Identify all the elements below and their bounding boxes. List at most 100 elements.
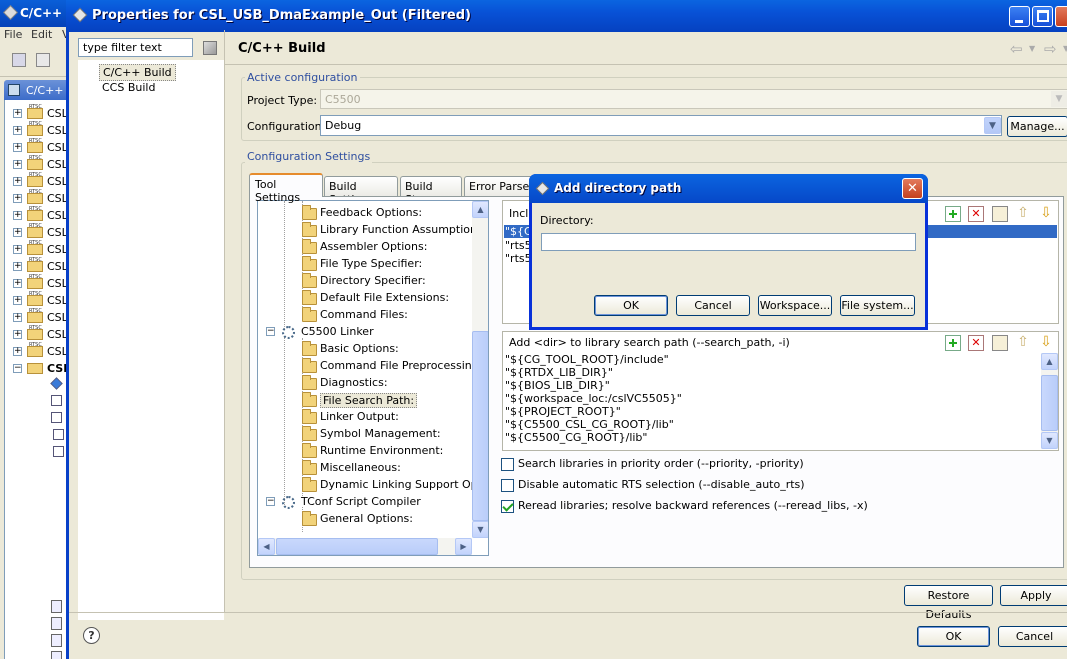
- collapse-icon[interactable]: −: [266, 497, 275, 506]
- expand-icon[interactable]: +: [13, 313, 22, 322]
- delete-icon[interactable]: ✕: [968, 206, 984, 222]
- tab-tool-settings[interactable]: Tool Settings: [249, 173, 323, 204]
- checkbox-disable-auto-rts-box[interactable]: [501, 478, 514, 492]
- tab-build-steps[interactable]: Build Steps: [400, 176, 462, 206]
- directory-input[interactable]: [541, 233, 916, 251]
- tool-tree-scroll-down[interactable]: ▼: [472, 521, 488, 538]
- tool-tree-item[interactable]: Runtime Environment:: [258, 442, 472, 459]
- search-path-vscroll[interactable]: ▲ ▼: [1041, 353, 1058, 449]
- expand-icon[interactable]: +: [13, 296, 22, 305]
- dialog-ok-button[interactable]: OK: [594, 295, 668, 316]
- bg-tree-item[interactable]: + RTSC CSL: [5, 104, 71, 121]
- file-icon[interactable]: [51, 617, 62, 630]
- search-path-item[interactable]: "${PROJECT_ROOT}": [505, 405, 621, 418]
- cancel-button[interactable]: Cancel: [998, 626, 1067, 647]
- tool-tree-item[interactable]: File Search Path:: [258, 391, 472, 408]
- search-path-item[interactable]: "${workspace_loc:/cslVC5505}": [505, 392, 682, 405]
- tool-tree-item[interactable]: Library Function Assumptions:: [258, 221, 472, 238]
- tool-tree-item[interactable]: Command Files:: [258, 306, 472, 323]
- tool-tree-scroll-left[interactable]: ◀: [258, 538, 275, 555]
- tool-tree-item[interactable]: Linker Output:: [258, 408, 472, 425]
- tool-tree-item[interactable]: Feedback Options:: [258, 204, 472, 221]
- bg-tree-item[interactable]: + RTSC CSL: [5, 240, 71, 257]
- tool-tree-item[interactable]: Diagnostics:: [258, 374, 472, 391]
- collapse-icon[interactable]: −: [266, 327, 275, 336]
- back-arrow-icon[interactable]: ⇦: [1010, 40, 1023, 58]
- search-path-item[interactable]: "${C5500_CSL_CG_ROOT}/lib": [505, 418, 674, 431]
- filter-input[interactable]: type filter text: [78, 38, 193, 57]
- bg-tree-item-selected[interactable]: − CSL: [5, 360, 71, 376]
- checkbox-priority[interactable]: Search libraries in priority order (--pr…: [501, 457, 804, 471]
- checkbox-reread-libs[interactable]: Reread libraries; resolve backward refer…: [501, 499, 868, 513]
- bg-tree-item[interactable]: + RTSC CSL: [5, 325, 71, 342]
- configuration-dropdown-icon[interactable]: ▼: [984, 117, 1001, 134]
- file-icon[interactable]: [51, 634, 62, 647]
- checkbox-reread-libs-box[interactable]: [501, 499, 514, 513]
- expand-icon[interactable]: +: [13, 177, 22, 186]
- bg-tree-item[interactable]: + RTSC CSL: [5, 342, 71, 359]
- tool-tree-item[interactable]: − C5500 Linker: [258, 323, 472, 340]
- search-path-item[interactable]: "${RTDX_LIB_DIR}": [505, 366, 613, 379]
- tool-tree-item[interactable]: Miscellaneous:: [258, 459, 472, 476]
- help-icon[interactable]: ?: [83, 627, 100, 644]
- diamond-icon[interactable]: [50, 377, 63, 390]
- bg-tree-item[interactable]: + RTSC CSL: [5, 189, 71, 206]
- tool-tree-item[interactable]: Default File Extensions:: [258, 289, 472, 306]
- back-dropdown-icon[interactable]: ▼: [1029, 44, 1035, 53]
- bg-menu-edit[interactable]: Edit: [31, 28, 52, 41]
- tool-tree-item[interactable]: Symbol Management:: [258, 425, 472, 442]
- workspace-button[interactable]: Workspace...: [758, 295, 832, 316]
- file-icon[interactable]: [51, 651, 62, 659]
- file-icon[interactable]: [51, 600, 62, 613]
- bg-tree-item[interactable]: + RTSC CSL: [5, 172, 71, 189]
- bg-menu-file[interactable]: File: [4, 28, 22, 41]
- move-up-icon[interactable]: ⇧: [1015, 205, 1031, 221]
- tool-tree-scroll-up[interactable]: ▲: [472, 201, 488, 218]
- checkbox-priority-box[interactable]: [501, 457, 514, 471]
- search-path-scroll-up[interactable]: ▲: [1041, 353, 1058, 370]
- file-system-button[interactable]: File system...: [840, 295, 915, 316]
- bg-tree-item[interactable]: + RTSC CSL: [5, 257, 71, 274]
- dialog-close-button[interactable]: ✕: [902, 178, 923, 199]
- expand-icon[interactable]: +: [13, 262, 22, 271]
- expand-icon[interactable]: +: [13, 160, 22, 169]
- print-icon[interactable]: [36, 53, 50, 67]
- configuration-select[interactable]: Debug ▼: [320, 115, 1002, 136]
- checkbox-disable-auto-rts[interactable]: Disable automatic RTS selection (--disab…: [501, 478, 805, 492]
- tool-tree-scroll-right[interactable]: ▶: [455, 538, 472, 555]
- add-search-path-icon[interactable]: [945, 335, 961, 351]
- search-path-scroll-thumb[interactable]: [1041, 375, 1058, 431]
- expand-icon[interactable]: [53, 429, 64, 440]
- tool-tree-hscroll-thumb[interactable]: [276, 538, 438, 555]
- expand-icon[interactable]: +: [13, 109, 22, 118]
- pin-icon[interactable]: [51, 395, 62, 406]
- move-down-search-path-icon[interactable]: ⇩: [1038, 334, 1054, 350]
- bg-tree-item[interactable]: + RTSC CSL: [5, 121, 71, 138]
- bg-tree-item[interactable]: + RTSC CSL: [5, 155, 71, 172]
- tool-tree-item[interactable]: Dynamic Linking Support Option: [258, 476, 472, 493]
- tool-tree-item[interactable]: Assembler Options:: [258, 238, 472, 255]
- expand-icon[interactable]: [53, 446, 64, 457]
- forward-dropdown-icon[interactable]: ▼: [1063, 44, 1067, 53]
- expand-icon[interactable]: +: [13, 347, 22, 356]
- add-icon[interactable]: [945, 206, 961, 222]
- search-path-item[interactable]: "${BIOS_LIB_DIR}": [505, 379, 610, 392]
- collapse-icon[interactable]: −: [13, 364, 22, 373]
- edit-icon[interactable]: [992, 206, 1008, 222]
- save-icon[interactable]: [12, 53, 26, 67]
- bg-view-tab[interactable]: C/C++: [4, 80, 70, 100]
- close-button-edge[interactable]: [1055, 6, 1067, 27]
- minimize-button[interactable]: [1009, 6, 1030, 27]
- expand-icon[interactable]: +: [13, 330, 22, 339]
- tab-error-parsers[interactable]: Error Parsers: [464, 176, 534, 196]
- restore-defaults-button[interactable]: Restore Defaults: [904, 585, 993, 621]
- nav-item-ccs-build[interactable]: CCS Build: [102, 81, 155, 94]
- tool-tree-vscroll[interactable]: ▲ ▼: [472, 201, 488, 538]
- edit-search-path-icon[interactable]: [992, 335, 1008, 351]
- dialog-cancel-button[interactable]: Cancel: [676, 295, 750, 316]
- delete-search-path-icon[interactable]: ✕: [968, 335, 984, 351]
- tool-tree-item[interactable]: General Options:: [258, 510, 472, 527]
- folder-open-icon[interactable]: [51, 412, 62, 423]
- expand-icon[interactable]: +: [13, 143, 22, 152]
- manage-button[interactable]: Manage...: [1007, 116, 1067, 137]
